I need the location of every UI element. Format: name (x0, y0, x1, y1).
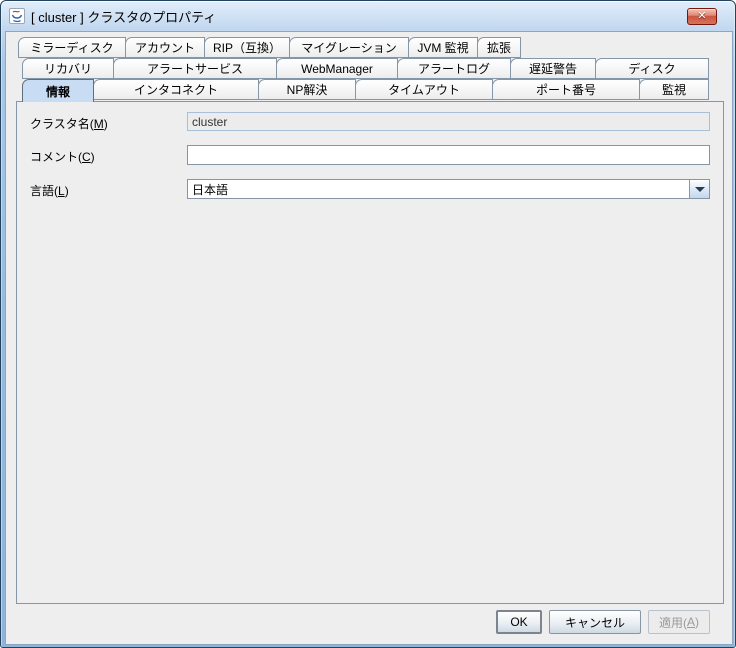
cluster-name-label-pre: クラスタ名( (30, 117, 94, 131)
titlebar[interactable]: [ cluster ] クラスタのプロパティ ✕ (1, 1, 735, 31)
tab-row-2: リカバリ アラートサービス WebManager アラートログ 遅延警告 ディス… (22, 58, 709, 79)
tab-row-1: ミラーディスク アカウント RIP（互換） マイグレーション JVM 監視 拡張 (18, 37, 521, 58)
tab-info[interactable]: 情報 (22, 79, 94, 102)
cluster-name-mnemonic: M (94, 117, 104, 131)
apply-button: 適用(A) (648, 610, 710, 634)
apply-label-pre: 適用( (659, 614, 687, 631)
chevron-down-icon (695, 187, 705, 192)
tab-recovery[interactable]: リカバリ (22, 58, 114, 79)
cluster-name-label-post: ) (104, 117, 108, 131)
comment-label-post: ) (91, 150, 95, 164)
language-selected-value: 日本語 (188, 181, 689, 198)
tab-np-resolution[interactable]: NP解決 (258, 79, 356, 100)
tab-alert-service[interactable]: アラートサービス (113, 58, 277, 79)
tab-delay-warning[interactable]: 遅延警告 (510, 58, 596, 79)
tab-mirror-disk[interactable]: ミラーディスク (18, 37, 126, 58)
tab-monitor[interactable]: 監視 (639, 79, 709, 100)
tab-webmanager[interactable]: WebManager (276, 58, 398, 79)
comment-label: コメント(C) (30, 148, 95, 165)
close-button[interactable]: ✕ (687, 8, 717, 25)
language-mnemonic: L (58, 184, 65, 198)
java-app-icon (9, 8, 25, 24)
tab-jvm-monitor[interactable]: JVM 監視 (408, 37, 478, 58)
apply-label-post: ) (695, 615, 699, 629)
language-label-post: ) (65, 184, 69, 198)
cluster-name-field (187, 112, 710, 131)
tab-account[interactable]: アカウント (125, 37, 205, 58)
language-label: 言語(L) (30, 182, 69, 199)
language-label-pre: 言語( (30, 184, 58, 198)
ok-button[interactable]: OK (496, 610, 542, 634)
dialog-content: ミラーディスク アカウント RIP（互換） マイグレーション JVM 監視 拡張… (5, 31, 733, 645)
comment-input[interactable] (187, 145, 710, 165)
comment-label-pre: コメント( (30, 150, 82, 164)
tab-row-3: 情報 インタコネクト NP解決 タイムアウト ポート番号 監視 (22, 79, 709, 102)
cluster-name-label: クラスタ名(M) (30, 115, 108, 132)
comment-mnemonic: C (82, 150, 91, 164)
tab-rip-compat[interactable]: RIP（互換） (204, 37, 290, 58)
tab-migration[interactable]: マイグレーション (289, 37, 409, 58)
apply-mnemonic: A (687, 615, 695, 629)
dialog-button-row: OK キャンセル 適用(A) (496, 610, 710, 634)
tab-timeout[interactable]: タイムアウト (355, 79, 493, 100)
cancel-button[interactable]: キャンセル (549, 610, 641, 634)
tab-disk[interactable]: ディスク (595, 58, 709, 79)
tab-alert-log[interactable]: アラートログ (397, 58, 511, 79)
language-combobox[interactable]: 日本語 (187, 179, 710, 199)
tab-port-number[interactable]: ポート番号 (492, 79, 640, 100)
cluster-properties-dialog: [ cluster ] クラスタのプロパティ ✕ ミラーディスク アカウント R… (0, 0, 736, 648)
window-title: [ cluster ] クラスタのプロパティ (31, 7, 216, 26)
tab-interconnect[interactable]: インタコネクト (93, 79, 259, 100)
tab-extension[interactable]: 拡張 (477, 37, 521, 58)
info-tab-panel: クラスタ名(M) コメント(C) 言語(L) 日本語 (16, 101, 724, 604)
language-dropdown-button[interactable] (689, 180, 709, 198)
